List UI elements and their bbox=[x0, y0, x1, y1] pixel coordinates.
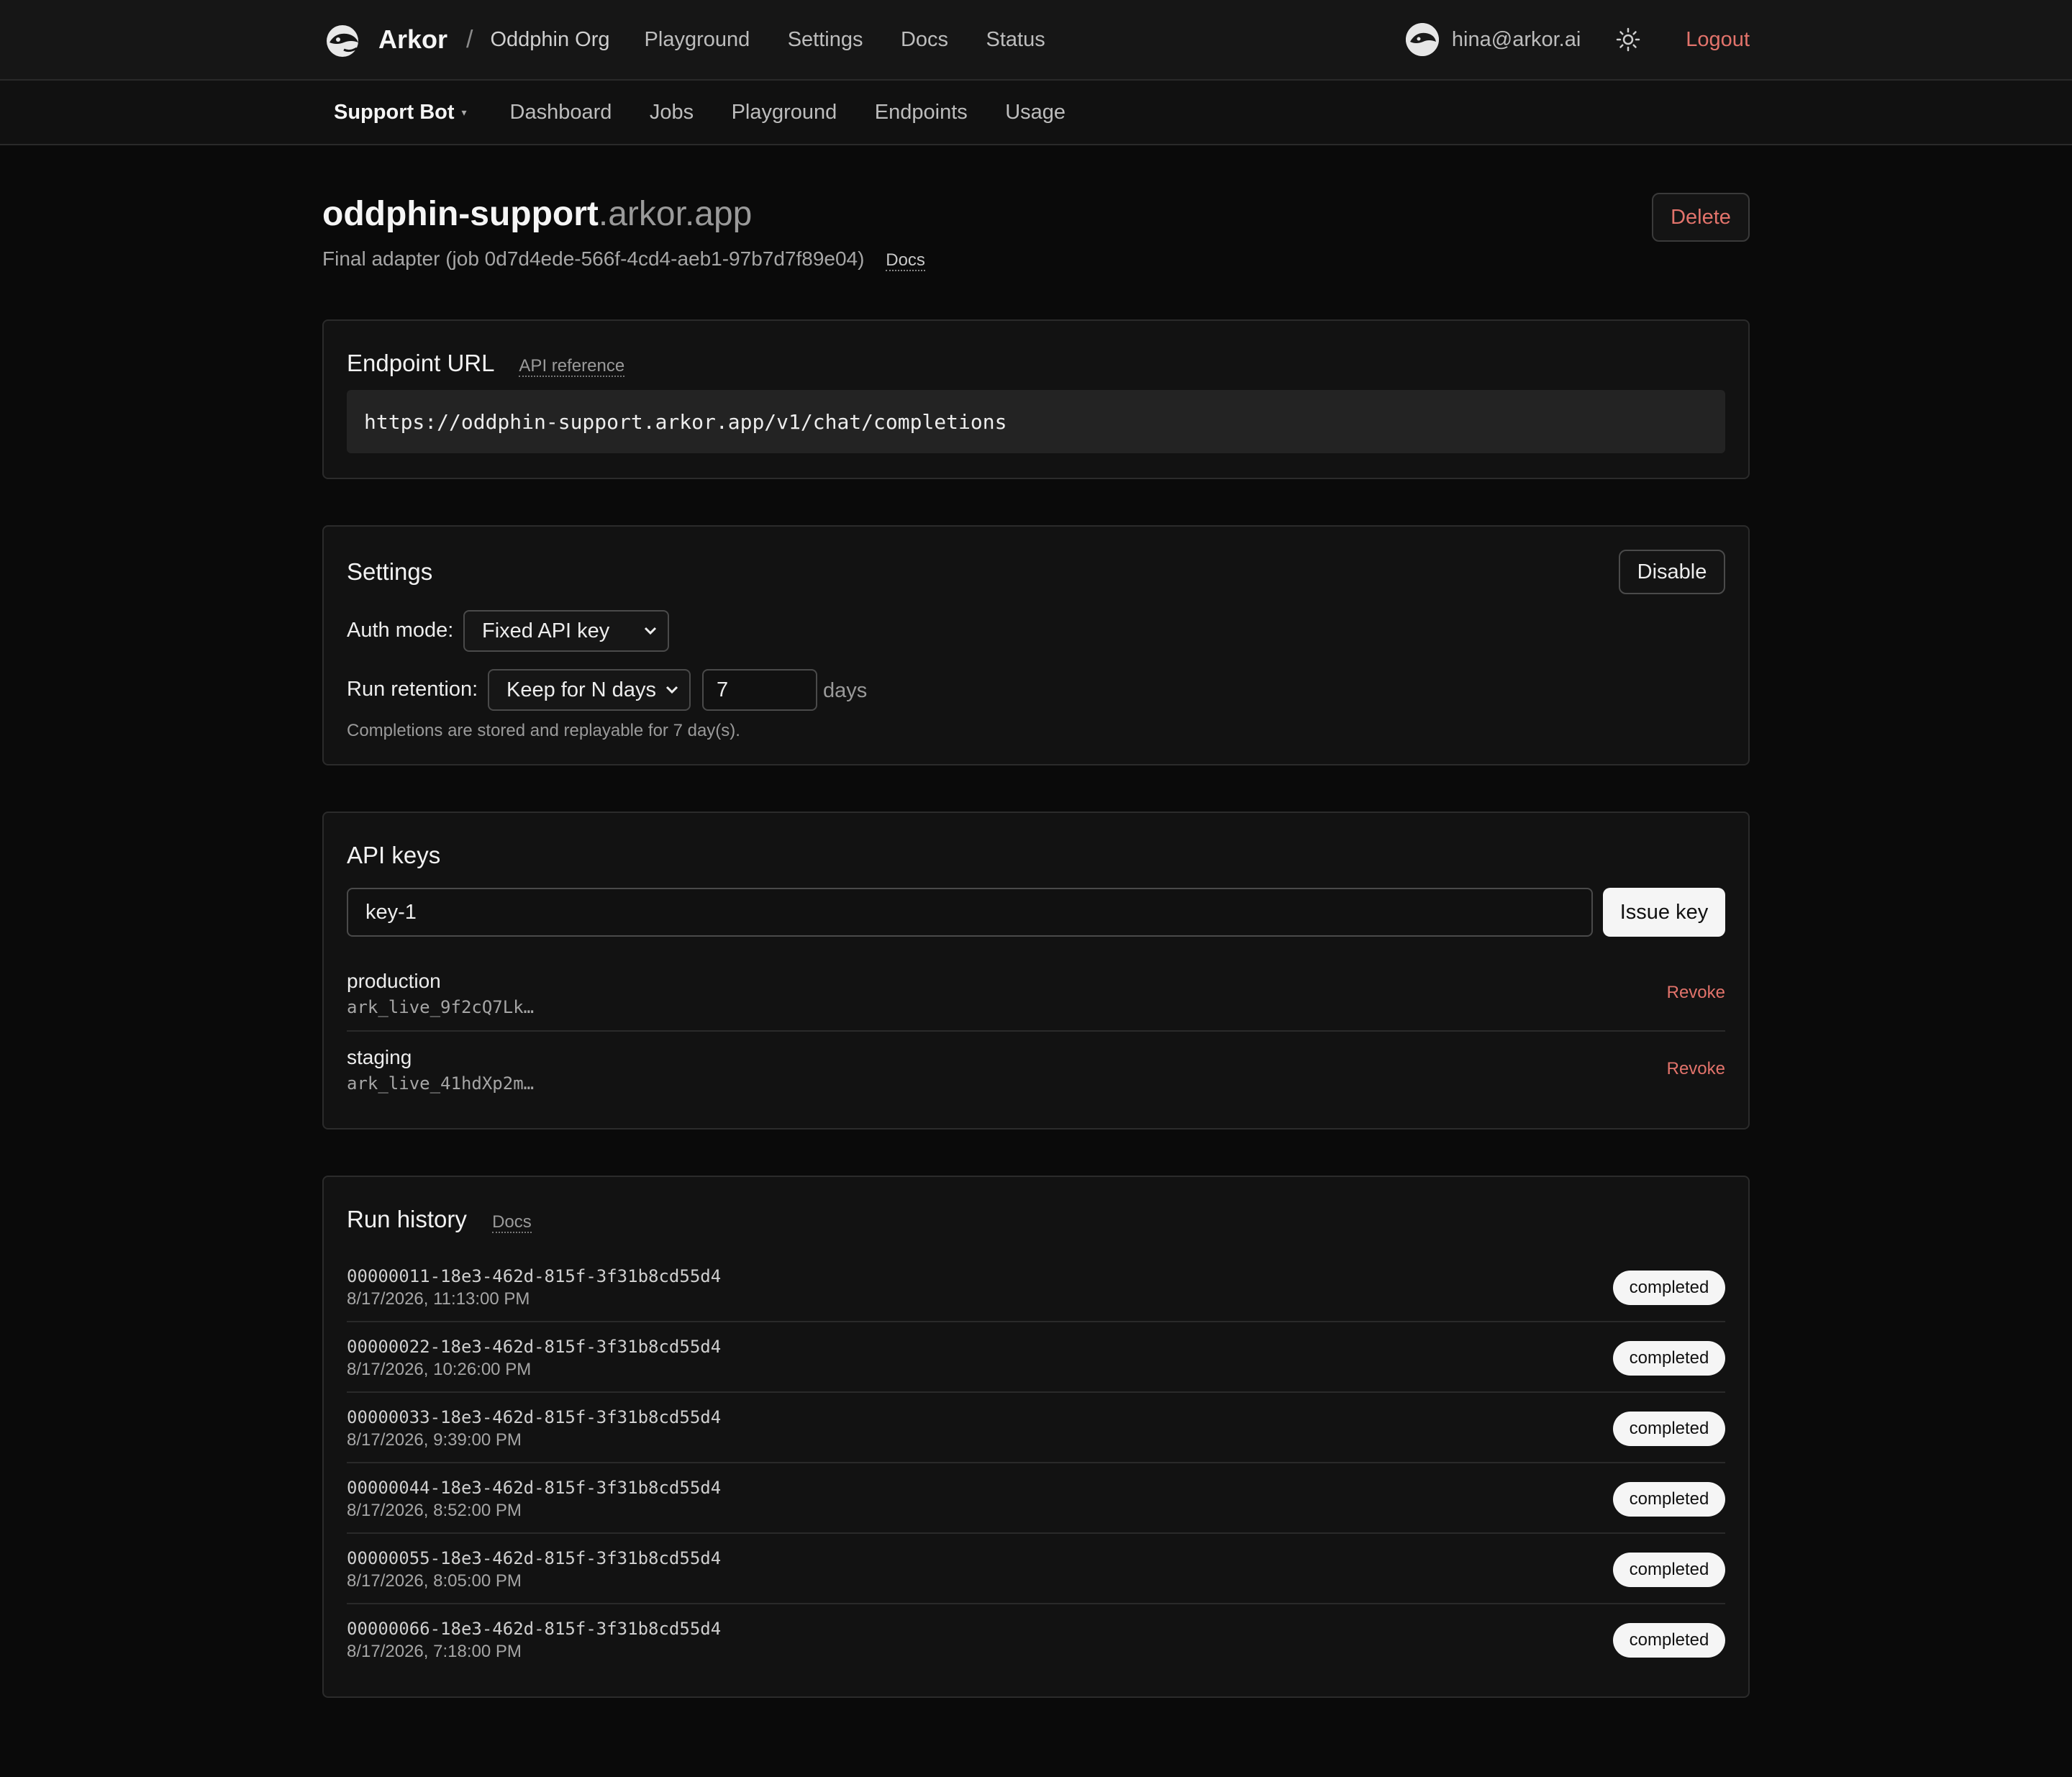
disable-button[interactable]: Disable bbox=[1619, 550, 1725, 594]
tab-dashboard[interactable]: Dashboard bbox=[510, 101, 612, 124]
revoke-button[interactable]: Revoke bbox=[1667, 1059, 1725, 1079]
run-time: 8/17/2026, 9:39:00 PM bbox=[347, 1430, 522, 1450]
endpoint-url-title: Endpoint URL API reference bbox=[347, 350, 625, 377]
run-retention-select[interactable]: Keep for N days bbox=[488, 669, 691, 711]
run-id: 00000055-18e3-462d-815f-3f31b8cd55d4 bbox=[347, 1548, 722, 1568]
run-history-title: Run history Docs bbox=[347, 1206, 532, 1233]
divider bbox=[347, 1321, 1725, 1322]
divider bbox=[347, 1030, 1725, 1032]
endpoint-name: oddphin-support bbox=[322, 195, 599, 233]
days-unit: days bbox=[823, 679, 868, 702]
docs-link[interactable]: Docs bbox=[492, 1212, 532, 1233]
nav-settings[interactable]: Settings bbox=[788, 28, 863, 51]
revoke-button[interactable]: Revoke bbox=[1667, 983, 1725, 1003]
brand-name: Arkor bbox=[378, 24, 448, 54]
tab-usage[interactable]: Usage bbox=[1005, 101, 1065, 124]
brand[interactable]: Arkor bbox=[322, 21, 447, 58]
delete-button[interactable]: Delete bbox=[1652, 193, 1750, 242]
divider bbox=[347, 1391, 1725, 1393]
run-id: 00000011-18e3-462d-815f-3f31b8cd55d4 bbox=[347, 1266, 722, 1286]
run-id: 00000022-18e3-462d-815f-3f31b8cd55d4 bbox=[347, 1337, 722, 1357]
endpoint-header: oddphin-support.arkor.app Final adapter … bbox=[322, 145, 1750, 275]
table-row[interactable]: 00000022-18e3-462d-815f-3f31b8cd55d4 8/1… bbox=[347, 1337, 1725, 1381]
run-history-card: Run history Docs 00000011-18e3-462d-815f… bbox=[322, 1176, 1750, 1698]
tab-playground[interactable]: Playground bbox=[732, 101, 837, 124]
endpoint-url-value[interactable]: https://oddphin-support.arkor.app/v1/cha… bbox=[347, 390, 1725, 453]
run-time: 8/17/2026, 11:13:00 PM bbox=[347, 1289, 530, 1309]
run-time: 8/17/2026, 7:18:00 PM bbox=[347, 1642, 522, 1661]
project-nav: Dashboard Jobs Playground Endpoints Usag… bbox=[510, 101, 1101, 124]
key-prefix: ark_live_9f2cQ7Lk… bbox=[347, 997, 535, 1017]
tab-jobs[interactable]: Jobs bbox=[650, 101, 694, 124]
tab-endpoints[interactable]: Endpoints bbox=[875, 101, 968, 124]
divider bbox=[347, 1603, 1725, 1604]
top-bar: Arkor / Oddphin Org Playground Settings … bbox=[0, 0, 2072, 81]
top-nav: Playground Settings Docs Status bbox=[645, 28, 1080, 52]
endpoint-domain: .arkor.app bbox=[598, 195, 753, 233]
breadcrumb-separator: / bbox=[466, 25, 473, 53]
status-badge: completed bbox=[1613, 1341, 1725, 1376]
chevron-down-icon[interactable]: ▾ bbox=[462, 106, 467, 119]
logout-link[interactable]: Logout bbox=[1686, 28, 1750, 52]
run-id: 00000033-18e3-462d-815f-3f31b8cd55d4 bbox=[347, 1407, 722, 1427]
chevron-down-icon bbox=[644, 627, 657, 635]
adapter-description: Final adapter (job 0d7d4ede-566f-4cd4-ae… bbox=[322, 247, 865, 270]
list-item: staging ark_live_41hdXp2m… Revoke bbox=[347, 1046, 1725, 1096]
dolphin-logo-icon bbox=[327, 25, 358, 57]
table-row[interactable]: 00000033-18e3-462d-815f-3f31b8cd55d4 8/1… bbox=[347, 1407, 1725, 1452]
list-item: production ark_live_9f2cQ7Lk… Revoke bbox=[347, 970, 1725, 1020]
org-switcher[interactable]: Oddphin Org bbox=[490, 28, 609, 52]
status-badge: completed bbox=[1613, 1412, 1725, 1446]
key-prefix: ark_live_41hdXp2m… bbox=[347, 1073, 535, 1094]
run-id: 00000066-18e3-462d-815f-3f31b8cd55d4 bbox=[347, 1619, 722, 1639]
api-reference-link[interactable]: API reference bbox=[519, 356, 625, 377]
retention-note: Completions are stored and replayable fo… bbox=[347, 721, 740, 740]
status-badge: completed bbox=[1613, 1553, 1725, 1587]
divider bbox=[347, 1462, 1725, 1463]
chevron-down-icon bbox=[665, 686, 678, 694]
run-time: 8/17/2026, 8:05:00 PM bbox=[347, 1571, 522, 1591]
run-time: 8/17/2026, 10:26:00 PM bbox=[347, 1360, 532, 1379]
avatar-icon[interactable] bbox=[1405, 23, 1439, 56]
nav-docs[interactable]: Docs bbox=[901, 28, 948, 51]
page-title: oddphin-support.arkor.app bbox=[322, 194, 752, 234]
auth-mode-label: Auth mode: bbox=[347, 619, 454, 642]
api-keys-title: API keys bbox=[347, 842, 441, 868]
settings-card: Settings Disable Auth mode: Fixed API ke… bbox=[322, 525, 1750, 765]
auth-mode-select[interactable]: Fixed API key bbox=[463, 610, 669, 652]
card-heading: Endpoint URL bbox=[347, 350, 494, 376]
project-nav-bar: Support Bot ▾ Dashboard Jobs Playground … bbox=[0, 81, 2072, 145]
endpoint-subtitle: Final adapter (job 0d7d4ede-566f-4cd4-ae… bbox=[322, 247, 925, 271]
status-badge: completed bbox=[1613, 1271, 1725, 1305]
project-switcher[interactable]: Support Bot bbox=[334, 101, 455, 124]
key-name: staging bbox=[347, 1046, 412, 1068]
card-heading: Run history bbox=[347, 1206, 467, 1232]
endpoint-url-card: Endpoint URL API reference https://oddph… bbox=[322, 319, 1750, 479]
settings-title: Settings bbox=[347, 558, 433, 585]
table-row[interactable]: 00000011-18e3-462d-815f-3f31b8cd55d4 8/1… bbox=[347, 1266, 1725, 1311]
nav-playground[interactable]: Playground bbox=[645, 28, 750, 51]
retention-days-input[interactable]: 7 bbox=[702, 669, 817, 711]
user-email[interactable]: hina@arkor.ai bbox=[1452, 28, 1581, 52]
table-row[interactable]: 00000055-18e3-462d-815f-3f31b8cd55d4 8/1… bbox=[347, 1548, 1725, 1593]
issue-key-button[interactable]: Issue key bbox=[1603, 888, 1725, 937]
sun-icon[interactable] bbox=[1615, 27, 1641, 53]
api-keys-card: API keys key-1 Issue key production ark_… bbox=[322, 812, 1750, 1130]
status-badge: completed bbox=[1613, 1623, 1725, 1658]
key-name: production bbox=[347, 970, 441, 992]
main-content: oddphin-support.arkor.app Final adapter … bbox=[322, 145, 1750, 1698]
nav-status[interactable]: Status bbox=[986, 28, 1045, 51]
divider bbox=[347, 1532, 1725, 1534]
run-id: 00000044-18e3-462d-815f-3f31b8cd55d4 bbox=[347, 1478, 722, 1498]
run-time: 8/17/2026, 8:52:00 PM bbox=[347, 1501, 522, 1520]
table-row[interactable]: 00000044-18e3-462d-815f-3f31b8cd55d4 8/1… bbox=[347, 1478, 1725, 1522]
key-name-input[interactable]: key-1 bbox=[347, 888, 1593, 937]
status-badge: completed bbox=[1613, 1482, 1725, 1517]
table-row[interactable]: 00000066-18e3-462d-815f-3f31b8cd55d4 8/1… bbox=[347, 1619, 1725, 1663]
run-retention-value: Keep for N days bbox=[506, 678, 656, 701]
auth-mode-value: Fixed API key bbox=[482, 619, 610, 642]
run-retention-label: Run retention: bbox=[347, 678, 478, 701]
docs-link[interactable]: Docs bbox=[886, 250, 925, 271]
